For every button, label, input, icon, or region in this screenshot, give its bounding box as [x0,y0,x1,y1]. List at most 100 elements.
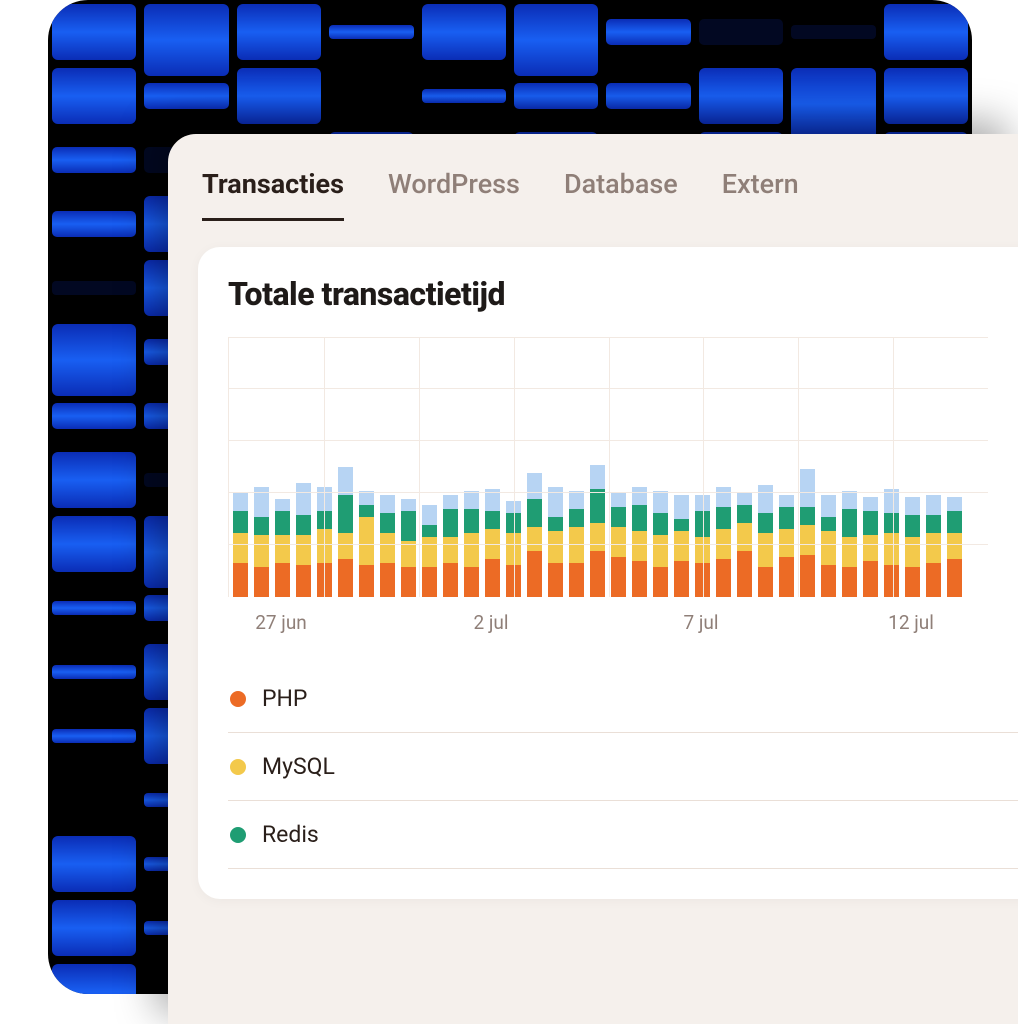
bar [485,489,500,597]
bar-segment-php [296,565,311,597]
bar-segment-mysql [590,523,605,551]
bar-segment-mysql [380,533,395,563]
bar-segment-external [863,497,878,511]
bar-segment-external [737,493,752,505]
bar-segment-php [653,567,668,597]
gridline-v [419,338,420,597]
bar-segment-php [401,567,416,597]
bar-segment-redis [569,509,584,527]
bar-segment-mysql [464,533,479,567]
bar-segment-external [779,495,794,507]
bar-segment-php [359,565,374,597]
bar [401,499,416,597]
bar-segment-mysql [905,537,920,567]
gridline-v [514,338,515,597]
bar-segment-php [947,559,962,597]
bar-segment-redis [632,505,647,531]
legend-label: MySQL [262,753,335,780]
stage: Transacties WordPress Database Extern Total… [0,0,1018,1024]
bar-segment-php [443,563,458,597]
bar-segment-external [926,495,941,515]
legend-item-php[interactable]: PHP [228,665,1018,733]
bar-segment-external [275,499,290,511]
legend-dot-icon [230,827,246,843]
legend-item-redis[interactable]: Redis [228,801,1018,869]
bar-segment-php [632,561,647,597]
x-tick: 2 jul [473,611,508,634]
bar-segment-redis [926,515,941,533]
bar-segment-redis [422,525,437,537]
bar-segment-external [401,499,416,511]
bar-segment-php [590,551,605,597]
legend: PHP MySQL Redis [228,665,1018,869]
tab-database[interactable]: Database [564,168,678,221]
bar-segment-mysql [527,527,542,551]
bar-segment-external [590,465,605,489]
bar-segment-php [779,557,794,597]
bar-segment-mysql [947,533,962,559]
main-panel: Transacties WordPress Database Extern Total… [168,134,1018,1024]
bar-segment-mysql [758,533,773,567]
bar [674,495,689,597]
bar-segment-php [905,567,920,597]
bar-segment-external [422,505,437,525]
bar [338,467,353,597]
bar-segment-external [716,487,731,507]
bar-segment-php [275,563,290,597]
bar-segment-mysql [632,531,647,561]
bar [821,495,836,597]
bar-segment-external [842,491,857,509]
bar-segment-php [548,563,563,597]
x-tick: 27 jun [255,611,307,634]
bar-segment-redis [485,511,500,529]
bar-segment-php [233,563,248,597]
bar-segment-external [800,469,815,507]
bar-segment-external [359,491,374,505]
bar-segment-external [464,491,479,509]
gridline-v [324,338,325,597]
bar-segment-php [842,567,857,597]
bar [863,497,878,597]
gridline-v [798,338,799,597]
bar-segment-external [527,473,542,499]
bar-segment-php [821,565,836,597]
tab-wordpress[interactable]: WordPress [388,168,520,221]
bar-segment-mysql [779,529,794,557]
tab-transacties[interactable]: Transacties [202,168,344,221]
bar-segment-redis [464,509,479,533]
bar-segment-mysql [821,531,836,565]
bar-segment-php [884,565,899,597]
gridline-v [609,338,610,597]
bar-segment-php [611,557,626,597]
bar-segment-mysql [254,535,269,567]
bar-segment-mysql [275,535,290,563]
bar [254,487,269,597]
bar [233,493,248,597]
bar-segment-external [296,483,311,515]
x-tick: 7 jul [683,611,718,634]
bar [884,489,899,597]
bar-segment-php [674,561,689,597]
bar-segment-external [443,495,458,509]
bar-segment-redis [800,507,815,525]
chart-title: Totale transactietijd [228,275,1018,313]
tab-extern[interactable]: Extern [722,168,799,221]
bar-segment-external [947,497,962,511]
bar [611,493,626,597]
legend-item-mysql[interactable]: MySQL [228,733,1018,801]
bar-segment-external [233,493,248,511]
bar-segment-redis [611,507,626,527]
gridline-v [703,338,704,597]
bar-segment-mysql [443,537,458,563]
bar-segment-redis [233,511,248,533]
bar [905,497,920,597]
bar-segment-redis [359,505,374,517]
bar-segment-redis [653,513,668,535]
bar [380,495,395,597]
bar [758,485,773,597]
bar-segment-redis [296,515,311,535]
bar-segment-external [611,493,626,507]
bar [275,499,290,597]
bar-segment-redis [401,511,416,541]
bar-segment-php [716,559,731,597]
